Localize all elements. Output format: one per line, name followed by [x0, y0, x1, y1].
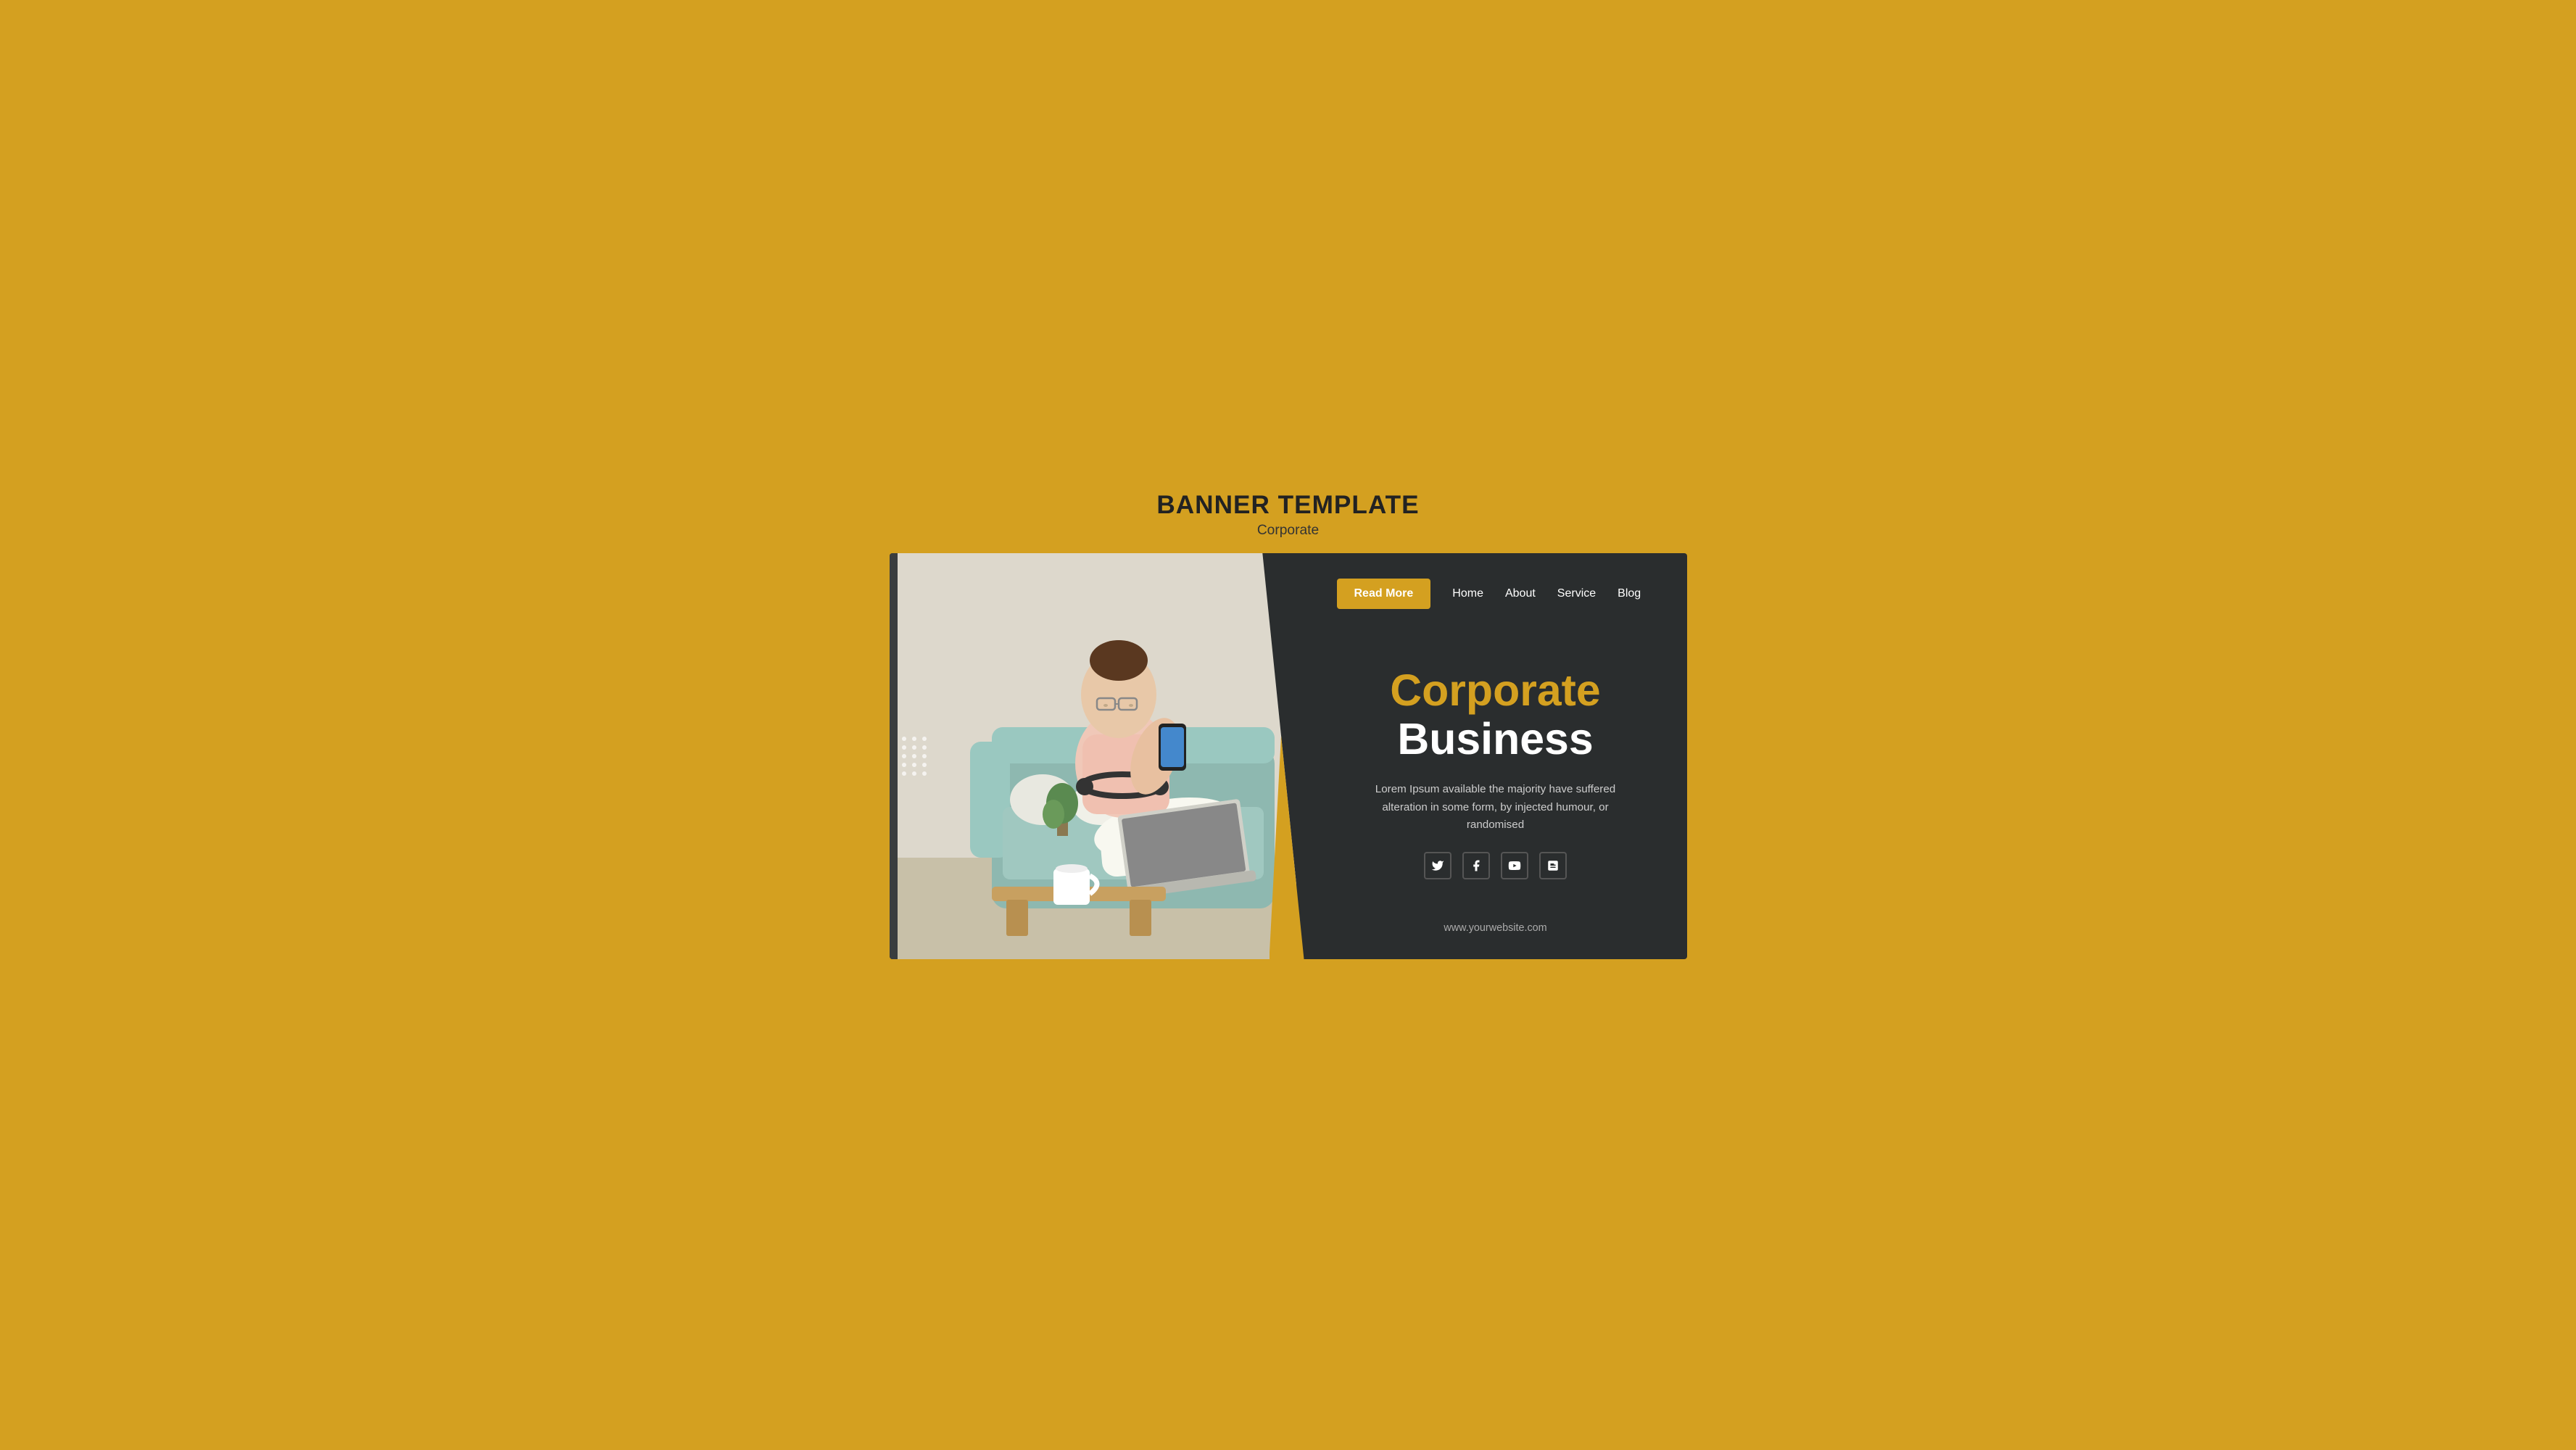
headline-line1: Corporate	[1390, 666, 1601, 715]
nav-link-service[interactable]: Service	[1557, 587, 1596, 600]
facebook-icon[interactable]	[1462, 852, 1490, 879]
dot	[922, 771, 927, 776]
blogger-icon[interactable]	[1539, 852, 1567, 879]
dot	[922, 745, 927, 750]
dot	[912, 745, 916, 750]
scene-illustration	[890, 553, 1304, 959]
description-text: Lorem Ipsum available the majority have …	[1372, 781, 1619, 834]
read-more-button[interactable]: Read More	[1337, 579, 1431, 609]
headline-block: Corporate Business	[1390, 666, 1601, 763]
youtube-icon[interactable]	[1501, 852, 1528, 879]
page-wrapper: BANNER TEMPLATE Corporate	[890, 491, 1687, 959]
dots-decoration	[902, 737, 928, 776]
nav-link-about[interactable]: About	[1505, 587, 1536, 600]
banner-content-section: Read More Home About Service Blog Corpor…	[1304, 553, 1687, 959]
dot	[922, 737, 927, 741]
dot	[912, 763, 916, 767]
dot	[912, 754, 916, 758]
nav-link-blog[interactable]: Blog	[1618, 587, 1641, 600]
top-title-section: BANNER TEMPLATE Corporate	[1156, 491, 1419, 539]
headline-line2: Business	[1390, 715, 1601, 763]
dot	[912, 771, 916, 776]
dot	[902, 754, 906, 758]
nav-link-home[interactable]: Home	[1452, 587, 1483, 600]
social-icons-row	[1424, 852, 1567, 879]
dot	[902, 737, 906, 741]
dot	[902, 763, 906, 767]
page-title: BANNER TEMPLATE	[1156, 491, 1419, 520]
dot	[922, 763, 927, 767]
dot	[902, 745, 906, 750]
banner-image-section	[890, 553, 1304, 959]
navigation-bar: Read More Home About Service Blog	[1337, 579, 1654, 609]
page-subtitle: Corporate	[1156, 523, 1419, 539]
dot	[922, 754, 927, 758]
banner-container: Read More Home About Service Blog Corpor…	[890, 553, 1687, 959]
twitter-icon[interactable]	[1424, 852, 1451, 879]
dot	[902, 771, 906, 776]
dot	[912, 737, 916, 741]
website-url: www.yourwebsite.com	[1337, 922, 1654, 934]
main-content: Corporate Business Lorem Ipsum available…	[1337, 652, 1654, 880]
